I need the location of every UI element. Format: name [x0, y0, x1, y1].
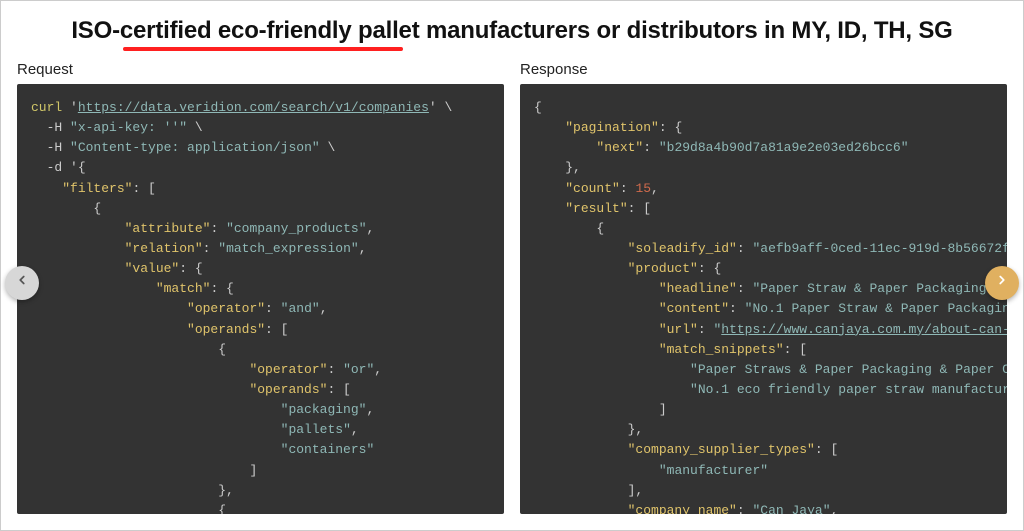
request-url[interactable]: https://data.veridion.com/search/v1/comp…	[78, 100, 429, 115]
request-label: Request	[17, 61, 504, 78]
chevron-left-icon	[15, 273, 29, 292]
operand-1: pallets	[288, 422, 343, 437]
title-underline	[123, 47, 403, 51]
columns: Request curl 'https://data.veridion.com/…	[17, 61, 1007, 514]
hdr-api-key: x-api-key: ''	[78, 120, 179, 135]
op-or-1: or	[351, 362, 367, 377]
pagination-next: b29d8a4b90d7a81a9e2e03ed26bcc6	[667, 140, 901, 155]
response-column: Response { "pagination": { "next": "b29d…	[520, 61, 1007, 514]
attr-value: company_products	[234, 221, 359, 236]
rel-value: match_expression	[226, 241, 351, 256]
product-headline: Paper Straw & Paper Packaging Speciali	[760, 281, 1007, 296]
soleadify-id: aefb9aff-0ced-11ec-919d-8b56672f66f3	[760, 241, 1007, 256]
chevron-right-icon	[995, 273, 1009, 292]
prev-button[interactable]	[5, 266, 39, 300]
product-content: No.1 Paper Straw & Paper Packaging speci…	[752, 301, 1007, 316]
request-code-panel: curl 'https://data.veridion.com/search/v…	[17, 84, 504, 514]
response-code-panel: { "pagination": { "next": "b29d8a4b90d7a…	[520, 84, 1007, 514]
page-title: ISO-certified eco-friendly pallet manufa…	[17, 17, 1007, 45]
request-column: Request curl 'https://data.veridion.com/…	[17, 61, 504, 514]
next-button[interactable]	[985, 266, 1019, 300]
hdr-content-type: Content-type: application/json	[78, 140, 312, 155]
operand-2: containers	[288, 442, 366, 457]
snippet-1: No.1 eco friendly paper straw manufactur…	[698, 382, 1007, 397]
response-label: Response	[520, 61, 1007, 78]
product-url[interactable]: https://www.canjaya.com.my/about-can-jay…	[721, 322, 1007, 337]
operand-0: packaging	[288, 402, 358, 417]
op-and: and	[288, 301, 311, 316]
company-name: Can Jaya	[760, 503, 822, 514]
supplier-type-0: manufacturer	[667, 463, 761, 478]
snippet-0: Paper Straws & Paper Packaging & Paper C…	[698, 362, 1007, 377]
curl-keyword: curl	[31, 100, 62, 115]
count-value: 15	[635, 181, 651, 196]
